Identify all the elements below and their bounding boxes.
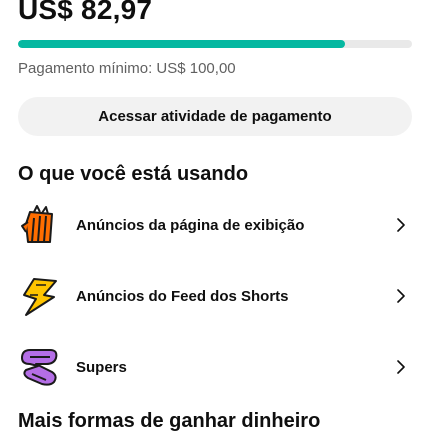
orange-ads-icon <box>21 205 53 243</box>
usage-item-label: Supers <box>76 358 127 376</box>
balance-amount: US$ 82,97 <box>18 0 153 25</box>
chevron-right-icon <box>397 218 405 232</box>
usage-item-label: Anúncios do Feed dos Shorts <box>76 287 289 305</box>
lightning-bolt-icon <box>23 278 57 316</box>
section-title-usage: O que você está usando <box>18 163 249 185</box>
payment-activity-button[interactable]: Acessar atividade de pagamento <box>18 97 412 136</box>
chevron-right-icon <box>397 360 405 374</box>
usage-item-display-ads[interactable]: Anúncios da página de exibição <box>0 195 430 255</box>
chevron-right-icon <box>397 289 405 303</box>
minimum-payment-text: Pagamento mínimo: US$ 100,00 <box>18 60 236 77</box>
payment-progress-fill <box>18 40 346 48</box>
usage-item-label: Anúncios da página de exibição <box>76 216 305 234</box>
purple-supers-icon <box>21 349 58 386</box>
usage-item-supers[interactable]: Supers <box>0 337 430 397</box>
payment-progress-bar <box>18 40 412 48</box>
usage-item-shorts-feed-ads[interactable]: Anúncios do Feed dos Shorts <box>0 266 430 326</box>
